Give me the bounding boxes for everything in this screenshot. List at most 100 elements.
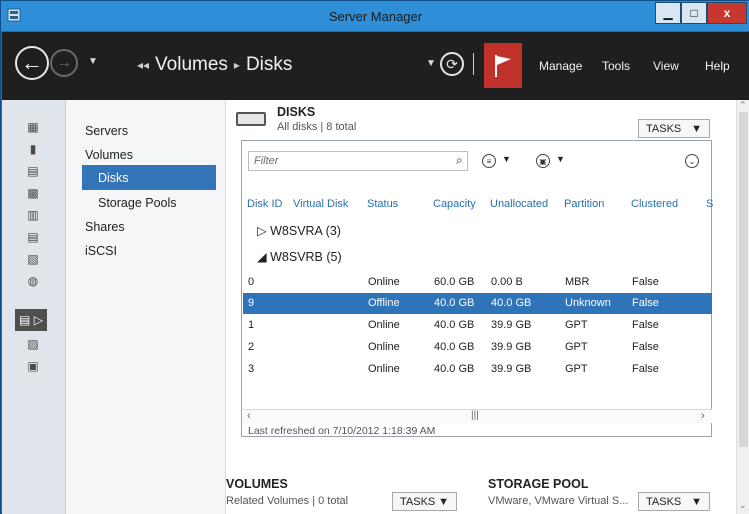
table-row[interactable]: 0 Online 60.0 GB 0.00 B MBR False [243,272,712,293]
notifications-flag-icon[interactable] [484,43,522,88]
disks-section-subtitle: All disks | 8 total [277,121,357,133]
volumes-tasks-button[interactable]: TASKS ▼ [392,492,457,511]
last-refreshed-text: Last refreshed on 7/10/2012 1:18:39 AM [248,425,436,437]
column-header-clustered[interactable]: Clustered [631,198,678,210]
file-services-icon[interactable]: ▧ [26,252,40,266]
subnav-item-shares[interactable]: Shares [85,220,125,234]
group-label: W8SVRB (5) [270,250,342,264]
menu-help[interactable]: Help [705,59,730,73]
subnav-item-iscsi[interactable]: iSCSI [85,244,117,258]
cell-clustered: False [632,319,659,331]
vertical-scroll-thumb[interactable] [739,112,748,447]
history-dropdown-icon[interactable]: ▼ [88,56,98,67]
horizontal-scrollbar[interactable]: ‹ ||| › [243,409,712,423]
maximize-button[interactable]: □ [681,2,707,24]
hyper-v-icon[interactable]: ▨ [26,337,40,351]
breadcrumb-separator-icon: ▸ [233,58,240,72]
file-storage-icon[interactable]: ▤ ▷ [15,309,47,331]
cell-disk-id: 0 [248,276,255,288]
breadcrumb-item-volumes[interactable]: Volumes [155,54,228,76]
local-server-icon[interactable]: ▮ [26,142,40,156]
table-row-selected[interactable]: 9 Offline 40.0 GB 40.0 GB Unknown False [243,293,712,314]
cell-unallocated: 40.0 GB [491,297,532,309]
disks-tasks-label: TASKS [646,122,682,135]
scroll-down-icon[interactable]: ⌄ [739,500,747,511]
table-row[interactable]: 2 Online 40.0 GB 39.9 GB GPT False [243,337,712,358]
forward-arrow-icon[interactable]: → [50,49,78,77]
cell-disk-id: 2 [248,341,255,353]
back-arrow-icon[interactable]: ← [15,46,49,80]
cell-unallocated: 0.00 B [491,276,523,288]
filter-input[interactable]: Filter [248,151,468,171]
search-icon[interactable]: ⌕ [456,153,463,168]
menu-manage[interactable]: Manage [539,59,582,73]
cell-disk-id: 3 [248,363,255,375]
disks-tasks-button[interactable]: TASKS ▼ [638,119,710,138]
cell-status: Online [368,341,400,353]
save-query-icon[interactable]: ▣ [536,154,550,168]
cell-status: Online [368,363,400,375]
scroll-right-icon[interactable]: › [701,410,705,422]
subnav-item-volumes[interactable]: Volumes [85,148,133,162]
column-header-capacity[interactable]: Capacity [433,198,476,210]
column-header-s[interactable]: S [706,198,713,210]
expand-icon[interactable]: ⌄ [685,154,699,168]
subnav-item-disks[interactable]: Disks [82,165,216,190]
group-label: W8SVRA (3) [270,224,341,238]
subnav-item-servers[interactable]: Servers [85,124,128,138]
group-w8svra[interactable]: ▷ W8SVRA (3) [257,223,341,238]
group-by-icon[interactable]: ≡ [482,154,496,168]
scroll-left-icon[interactable]: ‹ [247,410,251,422]
expand-arrow-icon: ▷ [257,224,267,238]
scroll-up-icon[interactable]: ⌃ [739,100,747,111]
iis-icon[interactable]: ◍ [26,274,40,288]
cell-status: Online [368,319,400,331]
column-header-unallocated[interactable]: Unallocated [490,198,548,210]
vertical-scrollbar[interactable]: ⌃ ⌄ [736,100,749,514]
storage-pool-tasks-button[interactable]: TASKS ▼ [638,492,710,511]
column-header-status[interactable]: Status [367,198,398,210]
menu-tools[interactable]: Tools [602,59,630,73]
refresh-icon[interactable]: ⟳ [440,52,464,76]
storage-pool-section-title: STORAGE POOL [488,477,589,491]
ad-icon[interactable]: ▩ [26,186,40,200]
disks-list-panel: Filter ⌕ ≡ ▼ ▣ ▼ ⌄ Disk ID Virtual Disk … [241,140,713,437]
group-w8svrb[interactable]: ◢ W8SVRB (5) [257,249,342,264]
table-row[interactable]: 3 Online 40.0 GB 39.9 GB GPT False [243,359,712,380]
volumes-section-title: VOLUMES [226,477,288,491]
subnav-item-storage-pools[interactable]: Storage Pools [98,196,177,210]
breadcrumb: ◂◂ Volumes ▸ Disks [137,54,292,76]
column-header-virtual-disk[interactable]: Virtual Disk [293,198,348,210]
breadcrumb-item-disks: Disks [245,54,293,75]
menu-view[interactable]: View [653,59,679,73]
server-manager-window: Server Manager ▁ □ x ← → ▼ ◂◂ Volumes ▸ … [0,0,749,514]
minimize-button[interactable]: ▁ [655,2,681,24]
group-by-dropdown-icon[interactable]: ▼ [502,154,511,164]
toolbar-divider [473,53,474,75]
cell-partition: GPT [565,363,588,375]
breadcrumb-back-chevron-icon[interactable]: ◂◂ [137,58,149,72]
cell-clustered: False [632,276,659,288]
dns-icon[interactable]: ▤ [26,230,40,244]
cell-status: Online [368,276,400,288]
cell-partition: MBR [565,276,590,288]
save-query-dropdown-icon[interactable]: ▼ [556,154,565,164]
dashboard-icon[interactable]: ▦ [26,120,40,134]
dhcp-icon[interactable]: ▥ [26,208,40,222]
column-header-partition[interactable]: Partition [564,198,604,210]
print-icon[interactable]: ▣ [26,359,40,373]
role-icon-rail: ▦ ▮ ▤ ▩ ▥ ▤ ▧ ◍ ▤ ▷ ▨ ▣ [2,100,66,514]
column-header-disk-id[interactable]: Disk ID [247,198,282,210]
all-servers-icon[interactable]: ▤ [26,164,40,178]
flag-glyph-icon [495,54,511,77]
table-row[interactable]: 1 Online 40.0 GB 39.9 GB GPT False [243,315,712,336]
title-bar: Server Manager ▁ □ x [1,1,749,31]
cell-unallocated: 39.9 GB [491,363,532,375]
chevron-down-icon: ▼ [691,495,702,508]
close-button[interactable]: x [707,2,747,24]
cell-clustered: False [632,363,659,375]
disk-icon [236,112,266,126]
cell-partition: Unknown [565,297,611,309]
scroll-thumb-grip-icon[interactable]: ||| [471,410,479,421]
breadcrumb-dropdown-icon[interactable]: ▼ [426,58,436,69]
